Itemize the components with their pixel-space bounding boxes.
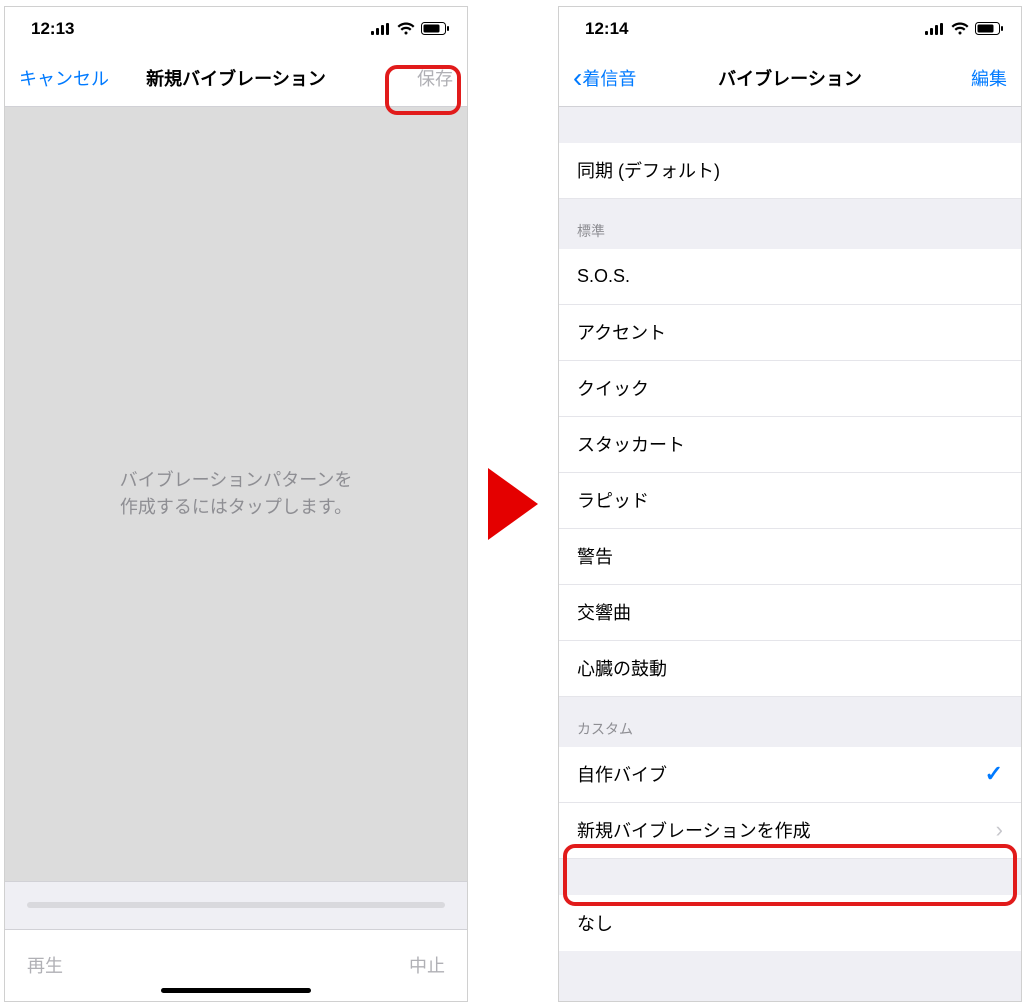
play-button[interactable]: 再生 <box>27 952 63 978</box>
battery-icon <box>421 22 449 35</box>
status-bar: 12:13 <box>5 7 467 51</box>
page-title: バイブレーション <box>718 65 862 91</box>
row-label: なし <box>577 910 613 936</box>
status-icons <box>371 22 449 35</box>
row-label: 心臓の鼓動 <box>577 655 667 681</box>
row-label: 同期 (デフォルト) <box>577 157 720 183</box>
chevron-right-icon: › <box>996 817 1003 843</box>
save-button[interactable]: 保存 <box>417 65 453 91</box>
tap-hint: バイブレーションパターンを 作成するにはタップします。 <box>120 467 353 521</box>
status-time: 12:14 <box>585 19 628 39</box>
row-custom-vibe[interactable]: 自作バイブ ✓ <box>559 747 1021 803</box>
row-label: アクセント <box>577 319 666 345</box>
row-label: スタッカート <box>577 431 685 457</box>
progress-bar <box>5 881 467 929</box>
back-button[interactable]: ‹ 着信音 <box>573 64 636 92</box>
signal-icon <box>925 23 945 35</box>
home-indicator[interactable] <box>161 988 311 993</box>
row-label: クイック <box>577 375 649 401</box>
wifi-icon <box>397 22 415 35</box>
row-label: 交響曲 <box>577 599 631 625</box>
cancel-button[interactable]: キャンセル <box>19 65 109 91</box>
row-label: 警告 <box>577 543 613 569</box>
row-label: 自作バイブ <box>577 761 667 787</box>
progress-track <box>27 902 445 908</box>
edit-button[interactable]: 編集 <box>971 65 1007 91</box>
vibration-list[interactable]: 同期 (デフォルト) 標準 S.O.S. アクセント クイック スタッカート ラ… <box>559 107 1021 1001</box>
nav-bar: キャンセル 新規バイブレーション 保存 <box>5 51 467 107</box>
arrow-icon <box>478 468 548 540</box>
page-title: 新規バイブレーション <box>146 65 326 91</box>
section-header-standard: 標準 <box>559 199 1021 249</box>
status-bar: 12:14 <box>559 7 1021 51</box>
row-accent[interactable]: アクセント <box>559 305 1021 361</box>
battery-icon <box>975 22 1003 35</box>
row-create-new[interactable]: 新規バイブレーションを作成 › <box>559 803 1021 859</box>
row-default-sync[interactable]: 同期 (デフォルト) <box>559 143 1021 199</box>
row-quick[interactable]: クイック <box>559 361 1021 417</box>
vibration-tap-area[interactable]: バイブレーションパターンを 作成するにはタップします。 <box>5 107 467 881</box>
left-screen: 12:13 キャンセル 新規バイブレーション 保存 バイブレーションパターンを … <box>4 6 468 1002</box>
row-staccato[interactable]: スタッカート <box>559 417 1021 473</box>
row-sos[interactable]: S.O.S. <box>559 249 1021 305</box>
signal-icon <box>371 23 391 35</box>
status-time: 12:13 <box>31 19 74 39</box>
row-heartbeat[interactable]: 心臓の鼓動 <box>559 641 1021 697</box>
section-header-custom: カスタム <box>559 697 1021 747</box>
row-label: ラピッド <box>577 487 649 513</box>
stop-button[interactable]: 中止 <box>409 952 445 978</box>
wifi-icon <box>951 22 969 35</box>
row-label: 新規バイブレーションを作成 <box>577 817 811 843</box>
row-label: S.O.S. <box>577 266 630 287</box>
row-rapid[interactable]: ラピッド <box>559 473 1021 529</box>
nav-bar: ‹ 着信音 バイブレーション 編集 <box>559 51 1021 107</box>
status-icons <box>925 22 1003 35</box>
back-label: 着信音 <box>582 65 636 91</box>
chevron-left-icon: ‹ <box>573 64 582 92</box>
row-none[interactable]: なし <box>559 895 1021 951</box>
right-screen: 12:14 ‹ 着信音 バイブレーション 編集 同期 (デフォルト) 標準 S.… <box>558 6 1022 1002</box>
checkmark-icon: ✓ <box>985 761 1003 787</box>
row-symphony[interactable]: 交響曲 <box>559 585 1021 641</box>
row-alert[interactable]: 警告 <box>559 529 1021 585</box>
